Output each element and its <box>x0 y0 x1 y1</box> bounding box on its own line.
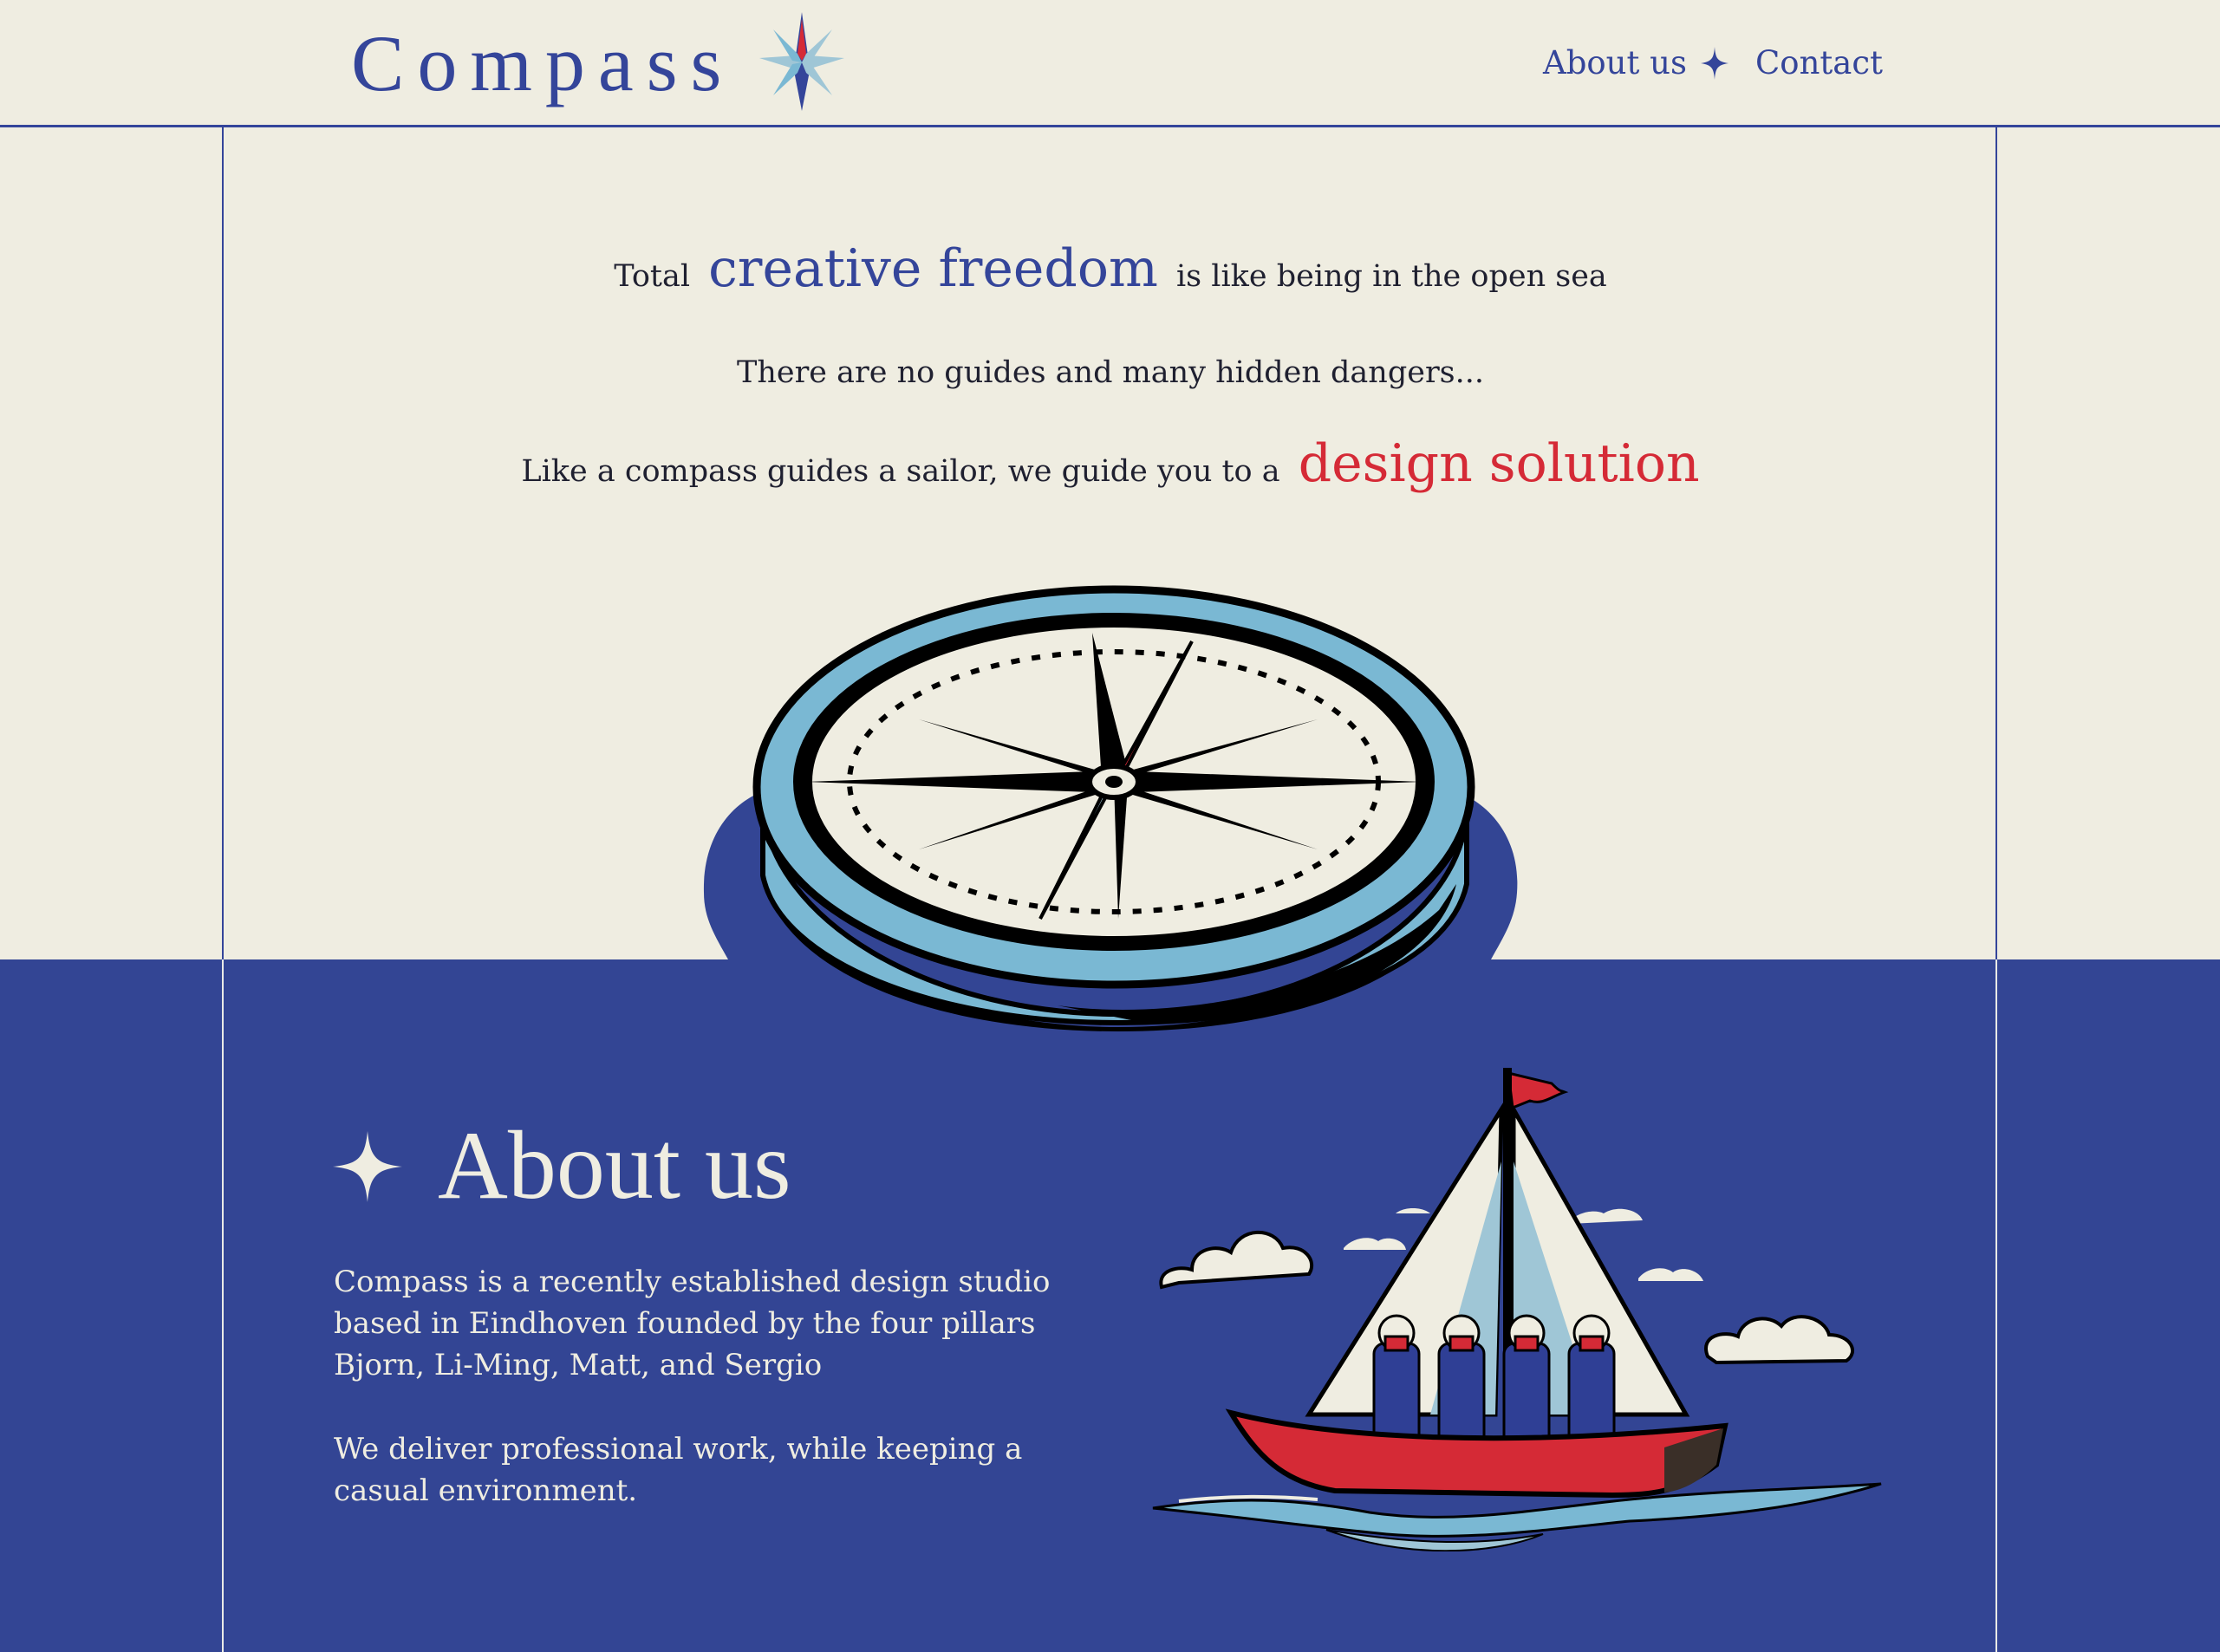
hero-line-1: Total creative freedom is like being in … <box>223 230 1998 315</box>
hero-line-2: There are no guides and many hidden dang… <box>736 355 1485 390</box>
sailboat-illustration <box>1152 1068 1882 1551</box>
about-paragraph-2: We deliver professional work, while keep… <box>334 1432 1023 1508</box>
hero-text: is like being in the open sea <box>1175 259 1607 294</box>
nav-link-contact[interactable]: Contact <box>1755 42 1883 85</box>
about-title: About us <box>438 1112 791 1219</box>
compass-illustration <box>703 585 1518 1031</box>
hero-highlight-creative-freedom: creative freedom <box>708 238 1158 299</box>
nav-link-about[interactable]: About us <box>1543 42 1687 85</box>
four-point-star-icon <box>1701 47 1728 80</box>
hero-text: Total <box>614 259 691 294</box>
guide-line-left-lower <box>222 959 224 1652</box>
guide-line-right-lower <box>1995 959 1997 1652</box>
brand-wordmark[interactable]: Compass <box>351 16 734 111</box>
four-point-star-icon <box>333 1131 402 1202</box>
about-paragraph-1: Compass is a recently established design… <box>334 1265 1051 1382</box>
site-header <box>0 0 2220 127</box>
compass-star-icon[interactable] <box>756 10 848 113</box>
hero-line-3: Like a compass guides a sailor, we guide… <box>223 425 1998 511</box>
hero-text: Like a compass guides a sailor, we guide… <box>521 454 1280 489</box>
hero-highlight-design-solution: design solution <box>1298 433 1700 494</box>
